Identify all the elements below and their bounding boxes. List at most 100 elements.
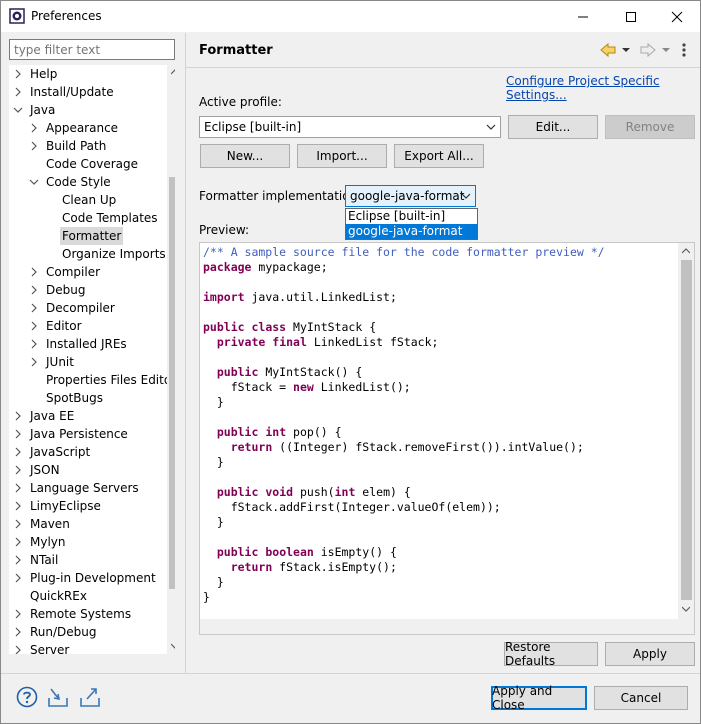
- menu-icon[interactable]: [679, 41, 689, 59]
- scroll-down-icon[interactable]: [171, 643, 175, 649]
- tree-item[interactable]: Editor: [9, 317, 167, 335]
- formatter-impl-dropdown[interactable]: Eclipse [built-in] google-java-format: [345, 208, 478, 240]
- tree-item-label: Editor: [46, 319, 82, 333]
- chevron-right-icon[interactable]: [13, 515, 23, 533]
- chevron-right-icon[interactable]: [13, 551, 23, 569]
- chevron-right-icon[interactable]: [13, 425, 23, 443]
- tree-item[interactable]: Plug-in Development: [9, 569, 167, 587]
- chevron-right-icon[interactable]: [29, 263, 39, 281]
- tree-item[interactable]: Compiler: [9, 263, 167, 281]
- chevron-right-icon[interactable]: [13, 497, 23, 515]
- tree-item[interactable]: SpotBugs: [9, 389, 167, 407]
- chevron-right-icon[interactable]: [13, 623, 23, 641]
- tree-horizontal-scrollbar[interactable]: [9, 654, 167, 655]
- back-icon[interactable]: [599, 41, 635, 59]
- chevron-right-icon[interactable]: [13, 641, 23, 655]
- tree-vscroll-thumb[interactable]: [169, 177, 175, 589]
- cancel-button[interactable]: Cancel: [594, 686, 688, 710]
- formatter-impl-combo[interactable]: google-java-format: [345, 185, 476, 207]
- tree-item[interactable]: Install/Update: [9, 83, 167, 101]
- new-button[interactable]: New...: [200, 144, 290, 168]
- help-icon[interactable]: [16, 686, 38, 708]
- tree-item[interactable]: Organize Imports: [9, 245, 167, 263]
- preference-tree[interactable]: Help Install/Update Java Appearance Build Pa…: [9, 65, 175, 655]
- maximize-button[interactable]: [608, 1, 654, 32]
- chevron-right-icon[interactable]: [13, 479, 23, 497]
- tree-item[interactable]: Clean Up: [9, 191, 167, 209]
- tree-item[interactable]: Language Servers: [9, 479, 167, 497]
- chevron-down-icon[interactable]: [29, 173, 39, 191]
- scroll-up-icon[interactable]: [682, 248, 690, 254]
- import-icon[interactable]: [47, 686, 69, 708]
- scroll-up-icon[interactable]: [171, 69, 175, 75]
- filter-input[interactable]: [9, 39, 175, 60]
- configure-project-link[interactable]: Configure Project Specific Settings...: [506, 74, 700, 102]
- minimize-button[interactable]: [560, 1, 606, 32]
- chevron-right-icon[interactable]: [13, 443, 23, 461]
- chevron-right-icon[interactable]: [13, 605, 23, 623]
- chevron-right-icon[interactable]: [29, 335, 39, 353]
- tree-item[interactable]: Decompiler: [9, 299, 167, 317]
- restore-defaults-button[interactable]: Restore Defaults: [504, 640, 598, 668]
- chevron-right-icon[interactable]: [13, 533, 23, 551]
- chevron-right-icon[interactable]: [13, 83, 23, 101]
- panel-divider[interactable]: [185, 33, 186, 673]
- dropdown-option[interactable]: Eclipse [built-in]: [346, 209, 477, 224]
- active-profile-combo[interactable]: Eclipse [built-in]: [199, 116, 501, 138]
- tree-item[interactable]: QuickREx: [9, 587, 167, 605]
- tree-item[interactable]: LimyEclipse: [9, 497, 167, 515]
- tree-item[interactable]: Code Templates: [9, 209, 167, 227]
- chevron-right-icon[interactable]: [29, 137, 39, 155]
- tree-item[interactable]: Maven: [9, 515, 167, 533]
- preview-vertical-scrollbar[interactable]: [678, 243, 694, 619]
- tree-item[interactable]: JSON: [9, 461, 167, 479]
- dropdown-option-selected[interactable]: google-java-format: [346, 224, 477, 239]
- tree-item-label: Code Coverage: [46, 157, 139, 171]
- edit-button[interactable]: Edit...: [508, 115, 598, 139]
- tree-item[interactable]: Properties Files Editor: [9, 371, 175, 389]
- tree-item[interactable]: Java: [9, 101, 167, 119]
- tree-item[interactable]: Installed JREs: [9, 335, 167, 353]
- tree-vertical-scrollbar[interactable]: [167, 65, 175, 655]
- export-all-button[interactable]: Export All...: [394, 144, 484, 168]
- preview-horizontal-scrollbar[interactable]: [200, 619, 678, 634]
- tree-item[interactable]: Debug: [9, 281, 167, 299]
- apply-button[interactable]: Apply: [605, 642, 695, 666]
- tree-item[interactable]: Server: [9, 641, 167, 655]
- tree-item[interactable]: JavaScript: [9, 443, 167, 461]
- tree-item[interactable]: Java Persistence: [9, 425, 167, 443]
- chevron-right-icon[interactable]: [13, 569, 23, 587]
- tree-item[interactable]: Remote Systems: [9, 605, 167, 623]
- chevron-down-icon[interactable]: [13, 101, 23, 119]
- tree-item[interactable]: NTail: [9, 551, 167, 569]
- code-preview[interactable]: /** A sample source file for the code fo…: [199, 242, 695, 635]
- chevron-right-icon[interactable]: [13, 65, 23, 83]
- preview-vscroll-thumb[interactable]: [681, 260, 692, 600]
- export-icon[interactable]: [79, 686, 101, 708]
- tree-item[interactable]: Code Coverage: [9, 155, 167, 173]
- import-button[interactable]: Import...: [297, 144, 387, 168]
- code-keyword: return: [230, 560, 273, 574]
- tree-item[interactable]: Code Style: [9, 173, 167, 191]
- preview-label: Preview:: [199, 223, 250, 237]
- apply-and-close-button[interactable]: Apply and Close: [491, 684, 587, 712]
- tree-item[interactable]: Formatter: [9, 227, 167, 245]
- tree-item[interactable]: Appearance: [9, 119, 167, 137]
- tree-item[interactable]: Mylyn: [9, 533, 167, 551]
- close-button[interactable]: [654, 1, 700, 32]
- chevron-right-icon[interactable]: [29, 317, 39, 335]
- chevron-right-icon[interactable]: [29, 299, 39, 317]
- chevron-right-icon[interactable]: [13, 461, 23, 479]
- scroll-down-icon[interactable]: [682, 606, 690, 612]
- tree-item[interactable]: Run/Debug: [9, 623, 167, 641]
- tree-item[interactable]: Build Path: [9, 137, 167, 155]
- chevron-right-icon[interactable]: [29, 281, 39, 299]
- tree-item[interactable]: Help: [9, 65, 167, 83]
- tree-item[interactable]: Java EE: [9, 407, 167, 425]
- remove-button[interactable]: Remove: [605, 115, 695, 139]
- tree-item[interactable]: JUnit: [9, 353, 167, 371]
- chevron-right-icon[interactable]: [29, 353, 39, 371]
- chevron-right-icon[interactable]: [13, 407, 23, 425]
- chevron-right-icon[interactable]: [29, 119, 39, 137]
- forward-icon[interactable]: [639, 41, 675, 59]
